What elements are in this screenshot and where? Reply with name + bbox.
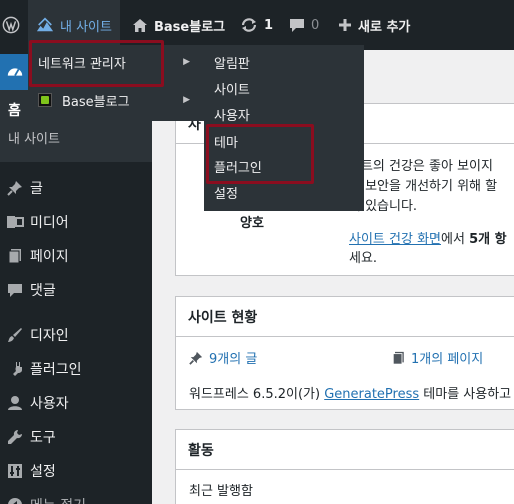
network-submenu-dashboard[interactable]: 알림판 xyxy=(214,53,250,72)
menu-item-comments[interactable]: 댓글 xyxy=(0,273,152,307)
posts-count-link[interactable]: 9개의 글 xyxy=(189,348,257,367)
updates-count: 1 xyxy=(264,17,274,33)
wordpress-logo-icon xyxy=(2,16,20,34)
menu-item-plugins[interactable]: 플러그인 xyxy=(0,352,152,386)
menu-item-posts[interactable]: 글 xyxy=(0,171,152,205)
menu-label-users: 사용자 xyxy=(30,396,69,412)
brush-icon xyxy=(0,327,30,343)
submenu-home[interactable]: 홈 xyxy=(8,100,21,120)
page-icon xyxy=(0,248,30,264)
menu-label-pages: 페이지 xyxy=(30,249,69,265)
site-favicon-icon xyxy=(38,93,52,107)
health-status: 양호 xyxy=(240,216,264,231)
menu-item-pages[interactable]: 페이지 xyxy=(0,239,152,273)
network-submenu-settings[interactable]: 설정 xyxy=(214,183,238,202)
arrow-right-icon: ▶ xyxy=(183,57,190,67)
page-icon xyxy=(392,351,404,365)
new-content-label: 새로 추가 xyxy=(358,19,411,35)
media-icon xyxy=(0,214,30,230)
my-sites-label: 내 사이트 xyxy=(60,19,112,35)
network-submenu-users[interactable]: 사용자 xyxy=(214,105,250,124)
menu-label-plugins: 플러그인 xyxy=(30,362,82,378)
health-text-line5: 세요. xyxy=(349,251,378,266)
base-blog-item[interactable]: Base블로그 ▶ xyxy=(28,83,204,117)
menu-label-appearance: 디자인 xyxy=(30,328,69,344)
health-text-line1: 이트의 건강은 좋아 보이지 xyxy=(349,159,493,174)
wp-version-text: 워드프레스 6.5.2이(가) GeneratePress 테마를 사용하고 있 xyxy=(189,387,514,402)
recently-published-heading: 최근 발행함 xyxy=(189,484,253,499)
arrow-right-icon: ▶ xyxy=(183,95,190,105)
menu-item-appearance[interactable]: 디자인 xyxy=(0,318,152,352)
wrench-icon xyxy=(0,429,30,445)
menu-item-media[interactable]: 미디어 xyxy=(0,205,152,239)
menu-label-settings: 설정 xyxy=(30,464,56,480)
menu-label-comments: 댓글 xyxy=(30,283,56,299)
health-text-line4: 사이트 건강 화면에서 5개 항 xyxy=(349,232,507,247)
updates-icon xyxy=(241,18,257,32)
my-sites-icon xyxy=(36,17,54,32)
network-submenu-sites[interactable]: 사이트 xyxy=(214,79,250,98)
menu-label-collapse: 메뉴 접기 xyxy=(30,495,86,504)
highlight-network-admin xyxy=(29,40,164,87)
user-icon xyxy=(0,395,30,411)
health-text-line2: 과 보안을 개선하기 위해 할 xyxy=(349,179,498,194)
menu-label-tools: 도구 xyxy=(30,430,56,446)
plus-icon xyxy=(339,19,351,31)
menu-item-users[interactable]: 사용자 xyxy=(0,386,152,420)
plugin-icon xyxy=(0,361,30,377)
updates-button[interactable]: 1 xyxy=(240,0,273,50)
comment-icon xyxy=(0,283,30,298)
comments-count: 0 xyxy=(311,17,320,33)
pin-icon xyxy=(189,351,203,365)
comments-button[interactable]: 0 xyxy=(289,0,319,50)
home-icon xyxy=(133,18,147,32)
theme-link[interactable]: GeneratePress xyxy=(324,387,419,402)
new-content-button[interactable]: 새로 추가 xyxy=(338,0,410,50)
menu-label-media: 미디어 xyxy=(30,215,69,231)
site-health-link[interactable]: 사이트 건강 화면 xyxy=(349,232,441,247)
menu-item-tools[interactable]: 도구 xyxy=(0,420,152,454)
wordpress-logo-button[interactable] xyxy=(0,0,28,50)
site-name-label: Base블로그 xyxy=(154,19,226,35)
menu-item-settings[interactable]: 설정 xyxy=(0,454,152,488)
at-a-glance-title: 사이트 현황 xyxy=(176,297,514,337)
pin-icon xyxy=(0,180,30,196)
submenu-my-sites[interactable]: 내 사이트 xyxy=(8,128,60,147)
activity-title: 활동 xyxy=(176,430,514,470)
comment-icon xyxy=(290,18,304,32)
dashboard-icon xyxy=(0,63,30,81)
menu-label-posts: 글 xyxy=(30,181,43,197)
collapse-icon xyxy=(0,497,30,504)
highlight-themes-plugins xyxy=(206,124,314,184)
pages-count-link[interactable]: 1개의 페이지 xyxy=(392,348,483,367)
settings-icon xyxy=(0,463,30,479)
menu-item-collapse[interactable]: 메뉴 접기 xyxy=(0,488,152,504)
